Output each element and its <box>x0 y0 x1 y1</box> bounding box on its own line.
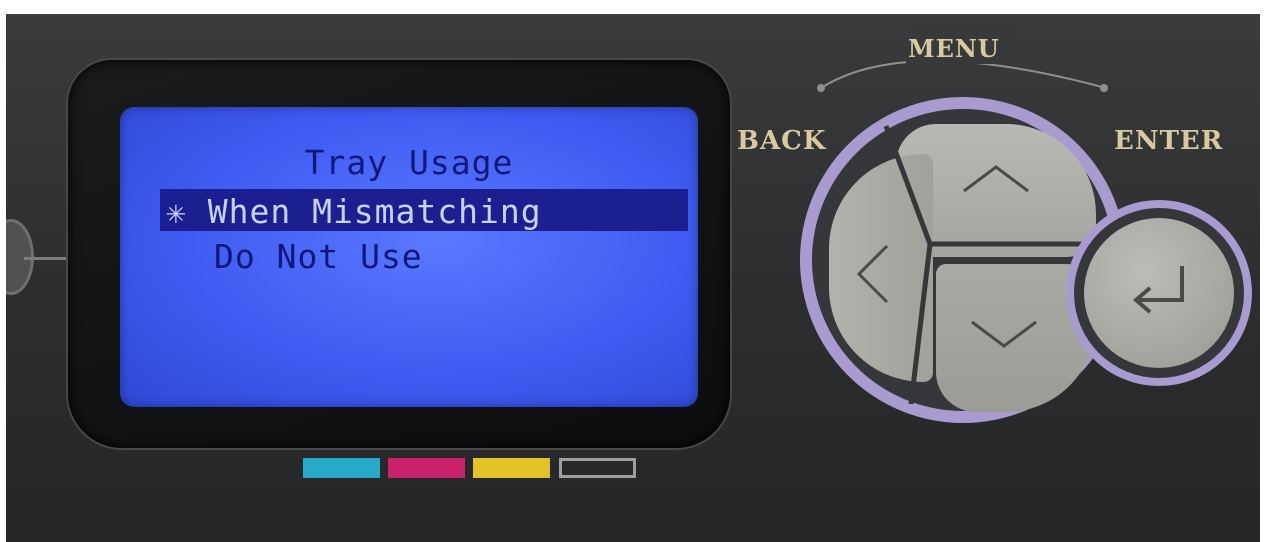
enter-button[interactable] <box>1084 218 1234 368</box>
enter-return-icon <box>1132 266 1184 314</box>
top-text-fragment <box>0 0 1266 14</box>
printer-control-panel: Tray Usage ✳ When Mismatching Do Not Use… <box>6 14 1260 542</box>
